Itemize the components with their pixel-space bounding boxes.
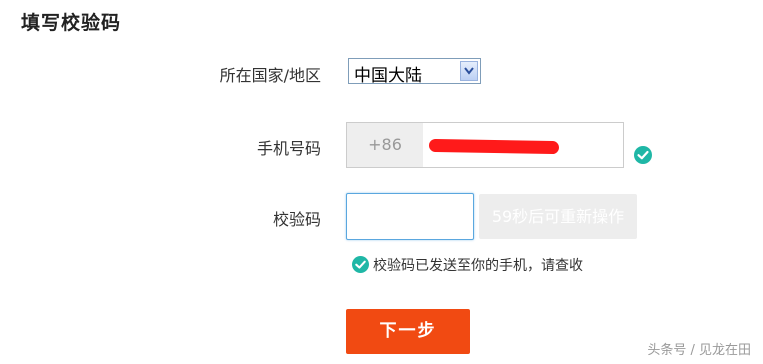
page-title: 填写校验码: [21, 12, 122, 34]
verified-check-icon: [634, 146, 652, 168]
phone-input[interactable]: [423, 123, 623, 167]
phone-field[interactable]: +86: [346, 122, 624, 168]
success-check-icon: [352, 256, 369, 277]
country-select-value: 中国大陆: [354, 66, 422, 86]
code-input[interactable]: [346, 193, 474, 240]
resend-button[interactable]: 59秒后可重新操作: [479, 194, 637, 239]
redaction-mark: [428, 138, 560, 155]
chevron-down-icon[interactable]: [460, 61, 478, 81]
country-label: 所在国家/地区: [219, 66, 321, 85]
phone-country-code: +86: [347, 123, 423, 167]
code-label: 校验码: [272, 210, 321, 229]
next-button[interactable]: 下一步: [346, 309, 470, 354]
code-sent-message: 校验码已发送至你的手机，请查收: [373, 258, 583, 274]
watermark: 头条号 / 见龙在田: [647, 343, 751, 358]
phone-label: 手机号码: [256, 139, 321, 158]
country-select[interactable]: 中国大陆: [348, 58, 481, 86]
